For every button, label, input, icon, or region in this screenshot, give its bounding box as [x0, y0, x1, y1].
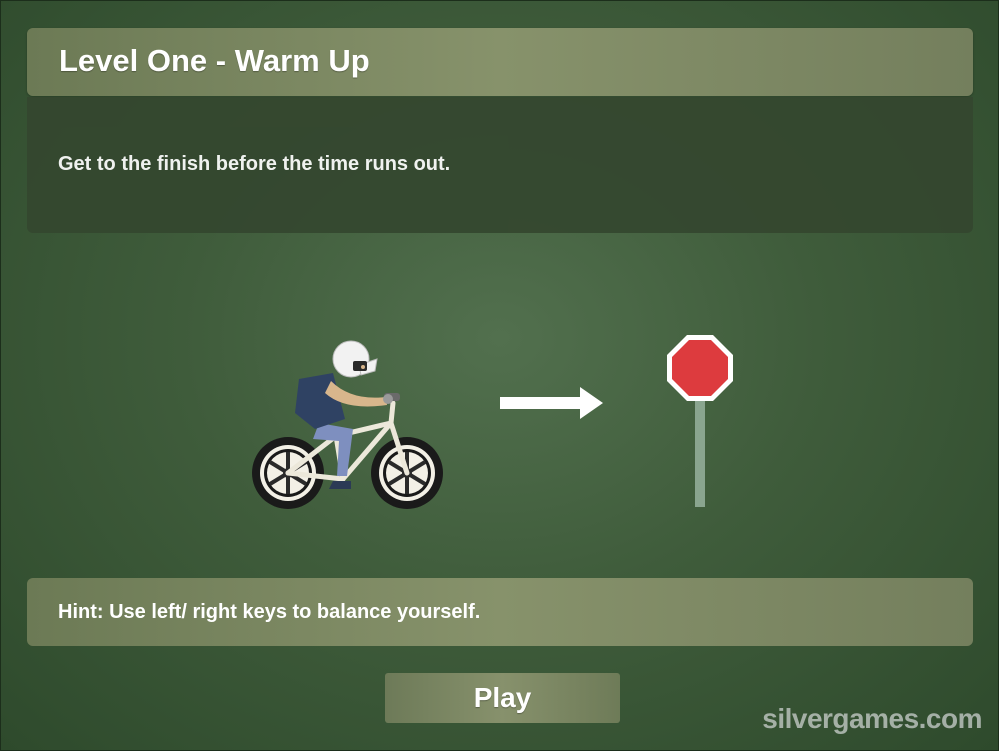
play-button[interactable]: Play [385, 673, 620, 723]
hint-bar: Hint: Use left/ right keys to balance yo… [27, 578, 973, 646]
play-button-label: Play [473, 682, 532, 713]
level-title-bar: Level One - Warm Up [27, 28, 973, 96]
level-illustration [252, 335, 733, 509]
finish-stop-sign-icon [667, 335, 733, 507]
arrow-right-icon [500, 387, 603, 419]
hint-text: Hint: Use left/ right keys to balance yo… [58, 601, 481, 623]
objective-panel: Get to the finish before the time runs o… [27, 97, 973, 233]
helmet [332, 340, 378, 378]
game-frame: Level One - Warm Up Get to the finish be… [0, 0, 999, 751]
bmx-rider-icon [252, 340, 443, 509]
site-watermark: silvergames.com [762, 703, 982, 734]
objective-text: Get to the finish before the time runs o… [58, 153, 451, 175]
level-title: Level One - Warm Up [59, 43, 370, 78]
